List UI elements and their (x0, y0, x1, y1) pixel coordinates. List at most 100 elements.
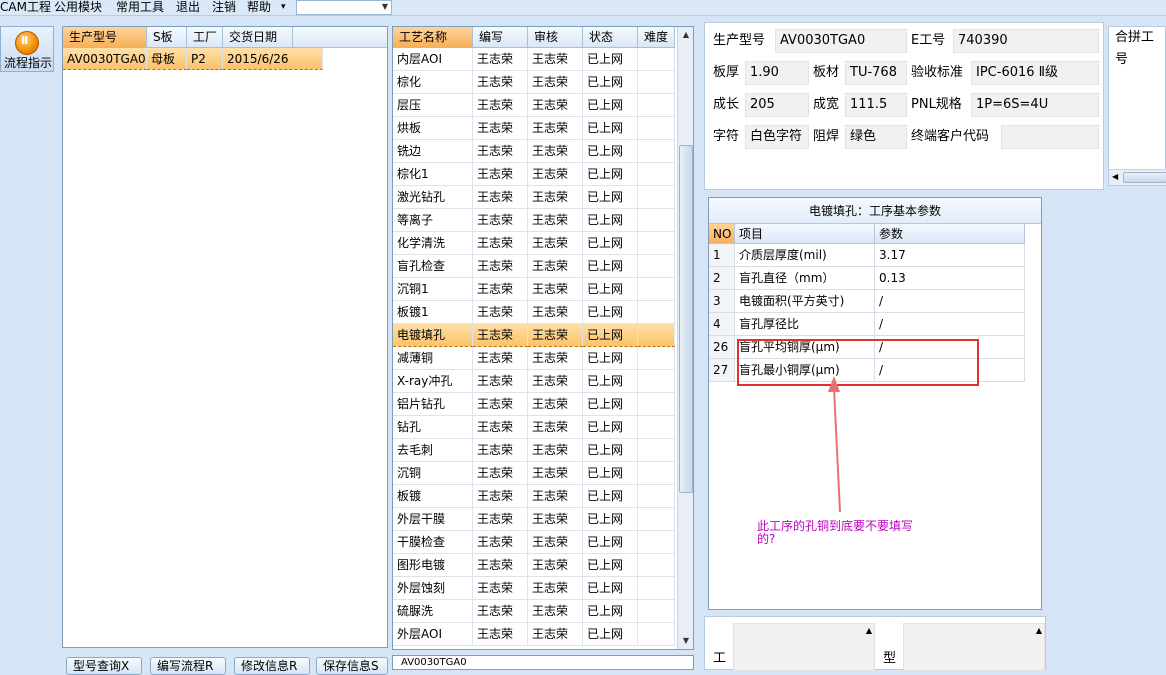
length-field[interactable]: 205 (745, 93, 809, 117)
chevron-down-icon[interactable]: ▼ (382, 2, 388, 11)
col-difficulty[interactable]: 难度 (638, 27, 675, 47)
process-reviewer: 王志荣 (528, 48, 583, 71)
write-flow-button[interactable]: 编写流程R (150, 657, 226, 675)
process-name: X-ray冲孔 (393, 370, 473, 393)
col-factory[interactable]: 工厂 (187, 27, 223, 47)
process-status: 已上网 (583, 278, 638, 301)
param-value[interactable]: / (875, 313, 1025, 336)
col-model[interactable]: 生产型号 (63, 27, 147, 47)
menu-cam-project[interactable]: CAM工程 (0, 0, 51, 16)
pnl-field[interactable]: 1P=6S=4U (971, 93, 1099, 117)
pnl-label: PNL规格 (911, 97, 962, 112)
merge-hscrollbar[interactable]: ◀ (1109, 169, 1166, 185)
process-status: 已上网 (583, 416, 638, 439)
param-value[interactable]: 0.13 (875, 267, 1025, 290)
width-label: 成宽 (813, 97, 840, 112)
merge-panel: 合拼工号 ◀ (1108, 26, 1166, 186)
model-query-button[interactable]: 型号查询X (66, 657, 142, 675)
scroll-thumb[interactable] (1123, 172, 1166, 183)
process-reviewer: 王志荣 (528, 278, 583, 301)
scroll-up-icon[interactable]: ▲ (678, 27, 693, 43)
tree-node[interactable]: AV0030TGA0 (401, 657, 467, 668)
char-label: 字符 (713, 129, 740, 144)
info-panel: 生产型号 AV0030TGA0 E工号 740390 板厚 1.90 板材 TU… (704, 22, 1104, 190)
process-writer: 王志荣 (473, 278, 528, 301)
process-reviewer: 王志荣 (528, 71, 583, 94)
scroll-up-icon[interactable]: ▲ (1036, 626, 1042, 635)
process-status: 已上网 (583, 462, 638, 485)
col-status[interactable]: 状态 (583, 27, 638, 47)
col-delivery-date[interactable]: 交货日期 (223, 27, 293, 47)
flow-indicator-button[interactable]: 流程指示 (0, 26, 54, 72)
edit-info-button[interactable]: 修改信息R (234, 657, 310, 675)
solder-field[interactable]: 绿色 (845, 125, 907, 149)
process-difficulty (638, 301, 675, 324)
customer-field[interactable] (1001, 125, 1099, 149)
col-process-name[interactable]: 工艺名称 (393, 27, 473, 47)
process-reviewer: 王志荣 (528, 600, 583, 623)
process-name: 层压 (393, 94, 473, 117)
process-name: 图形电镀 (393, 554, 473, 577)
col-writer[interactable]: 编写 (473, 27, 528, 47)
menu-common-tools[interactable]: 常用工具 (116, 0, 164, 16)
process-status: 已上网 (583, 370, 638, 393)
process-writer: 王志荣 (473, 117, 528, 140)
model-label: 生产型号 (713, 33, 766, 48)
col-no[interactable]: NO (709, 224, 735, 244)
bottom-field-left[interactable]: ▲ (733, 623, 875, 671)
scroll-up-icon[interactable]: ▲ (866, 626, 872, 635)
thickness-field[interactable]: 1.90 (745, 61, 809, 85)
process-writer: 王志荣 (473, 416, 528, 439)
length-label: 成长 (713, 97, 740, 112)
process-writer: 王志荣 (473, 301, 528, 324)
menu-logout[interactable]: 注销 (212, 0, 236, 16)
material-field[interactable]: TU-768 (845, 61, 907, 85)
process-name: 电镀填孔 (393, 324, 473, 347)
process-reviewer: 王志荣 (528, 232, 583, 255)
menu-common-module[interactable]: 公用模块 (54, 0, 102, 16)
menu-combo-box[interactable]: ▼ (296, 0, 392, 15)
eno-field[interactable]: 740390 (953, 29, 1099, 53)
process-difficulty (638, 48, 675, 71)
standard-label: 验收标准 (911, 65, 964, 80)
param-no: 26 (709, 336, 735, 359)
process-writer: 王志荣 (473, 577, 528, 600)
process-writer: 王志荣 (473, 71, 528, 94)
char-field[interactable]: 白色字符 (745, 125, 809, 149)
process-name: 板镀1 (393, 301, 473, 324)
process-name: 沉铜 (393, 462, 473, 485)
process-name: 等离子 (393, 209, 473, 232)
standard-field[interactable]: IPC-6016 Ⅱ级 (971, 61, 1099, 85)
process-status: 已上网 (583, 577, 638, 600)
menu-exit[interactable]: 退出 (176, 0, 200, 16)
process-status: 已上网 (583, 48, 638, 71)
process-difficulty (638, 117, 675, 140)
col-reviewer[interactable]: 审核 (528, 27, 583, 47)
scroll-thumb[interactable] (679, 145, 693, 493)
save-info-button[interactable]: 保存信息S (316, 657, 388, 675)
width-field[interactable]: 111.5 (845, 93, 907, 117)
menu-help[interactable]: 帮助 (247, 0, 271, 16)
process-scrollbar[interactable]: ▲ ▼ (677, 27, 693, 649)
scroll-down-icon[interactable]: ▼ (678, 633, 693, 649)
bottom-field-right[interactable]: ▲ (903, 623, 1045, 671)
bottom-label-right: 型 (883, 651, 897, 666)
model-field[interactable]: AV0030TGA0 (775, 29, 907, 53)
col-value[interactable]: 参数 (875, 224, 1025, 244)
param-value[interactable]: / (875, 290, 1025, 313)
process-difficulty (638, 600, 675, 623)
process-status: 已上网 (583, 439, 638, 462)
process-difficulty (638, 485, 675, 508)
process-reviewer: 王志荣 (528, 117, 583, 140)
process-reviewer: 王志荣 (528, 577, 583, 600)
col-item[interactable]: 项目 (735, 224, 875, 244)
highlight-box (737, 339, 979, 386)
scroll-left-icon[interactable]: ◀ (1112, 172, 1118, 181)
param-value[interactable]: 3.17 (875, 244, 1025, 267)
solder-label: 阻焊 (813, 129, 840, 144)
process-writer: 王志荣 (473, 94, 528, 117)
process-status: 已上网 (583, 508, 638, 531)
process-writer: 王志荣 (473, 439, 528, 462)
col-board[interactable]: S板 (147, 27, 187, 47)
help-dropdown-icon[interactable]: ▾ (281, 0, 286, 16)
